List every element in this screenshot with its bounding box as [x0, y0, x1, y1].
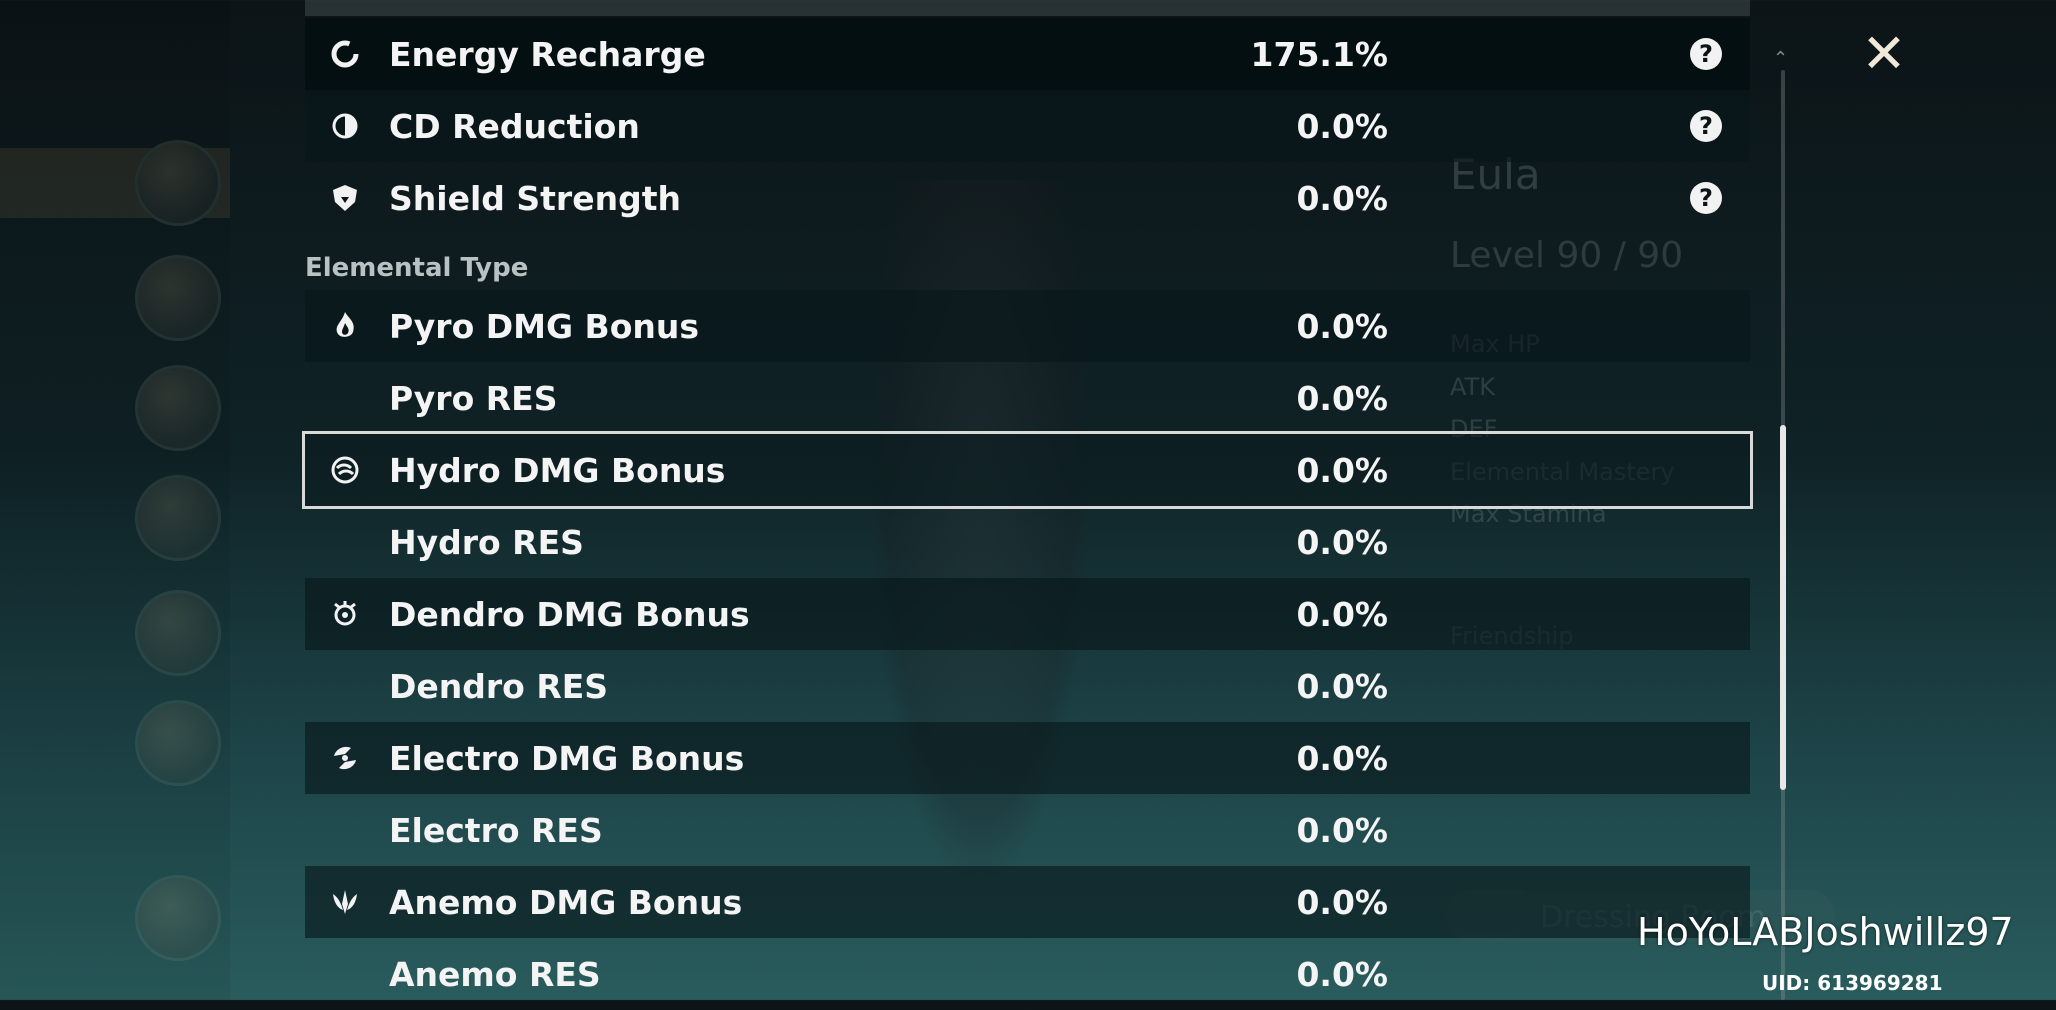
stat-value: 0.0%	[1296, 306, 1388, 346]
stat-row-hydro-res[interactable]: Hydro RES 0.0%	[305, 506, 1750, 578]
stat-value: 0.0%	[1296, 178, 1388, 218]
attribute-details-panel[interactable]: Energy Recharge 175.1% ? CD Reduction 0.…	[302, 18, 1753, 1010]
background-avatar	[135, 700, 221, 786]
stat-row-electro-dmg-bonus[interactable]: Electro DMG Bonus 0.0%	[305, 722, 1750, 794]
energy-recharge-icon	[329, 38, 361, 70]
stat-label: Dendro DMG Bonus	[389, 594, 750, 634]
stat-row-energy-recharge[interactable]: Energy Recharge 175.1% ?	[305, 18, 1750, 90]
stat-row-dendro-dmg-bonus[interactable]: Dendro DMG Bonus 0.0%	[305, 578, 1750, 650]
background-avatar	[135, 475, 221, 561]
background-sidebar	[0, 0, 230, 1000]
stat-label: Shield Strength	[389, 178, 681, 218]
pyro-icon	[329, 310, 361, 342]
stat-label: Pyro RES	[389, 378, 558, 418]
close-button[interactable]: ✕	[1858, 27, 1910, 81]
stat-label: CD Reduction	[389, 106, 640, 146]
stat-value: 0.0%	[1296, 450, 1388, 490]
stat-label: Energy Recharge	[389, 34, 706, 74]
stat-row-electro-res[interactable]: Electro RES 0.0%	[305, 794, 1750, 866]
stat-row-shield-strength[interactable]: Shield Strength 0.0% ?	[305, 162, 1750, 234]
electro-icon	[329, 742, 361, 774]
scrollbar-thumb[interactable]	[1780, 425, 1786, 790]
background-avatar	[135, 590, 221, 676]
stat-row-anemo-dmg-bonus[interactable]: Anemo DMG Bonus 0.0%	[305, 866, 1750, 938]
stat-label: Pyro DMG Bonus	[389, 306, 700, 346]
stat-row-hydro-dmg-bonus[interactable]: Hydro DMG Bonus 0.0%	[302, 431, 1753, 509]
background-selected-tab	[0, 148, 230, 218]
stat-row-anemo-res[interactable]: Anemo RES 0.0%	[305, 938, 1750, 1010]
shield-icon	[329, 182, 361, 214]
stat-row-dendro-res[interactable]: Dendro RES 0.0%	[305, 650, 1750, 722]
stat-label: Electro DMG Bonus	[389, 738, 745, 778]
anemo-icon	[329, 886, 361, 918]
stat-value: 0.0%	[1296, 594, 1388, 634]
help-icon[interactable]: ?	[1690, 110, 1722, 142]
stat-value: 0.0%	[1296, 810, 1388, 850]
stat-value: 0.0%	[1296, 106, 1388, 146]
background-menu-avatar	[135, 875, 221, 961]
stat-label: Dendro RES	[389, 666, 609, 706]
stat-value: 175.1%	[1250, 34, 1388, 74]
stat-value: 0.0%	[1296, 378, 1388, 418]
panel-top-edge	[305, 0, 1750, 16]
help-icon[interactable]: ?	[1690, 182, 1722, 214]
stat-value: 0.0%	[1296, 954, 1388, 994]
stat-value: 0.0%	[1296, 522, 1388, 562]
stat-value: 0.0%	[1296, 666, 1388, 706]
cd-reduction-icon	[329, 110, 361, 142]
stat-row-pyro-dmg-bonus[interactable]: Pyro DMG Bonus 0.0%	[305, 290, 1750, 362]
stat-row-cd-reduction[interactable]: CD Reduction 0.0% ?	[305, 90, 1750, 162]
dendro-icon	[329, 598, 361, 630]
stat-label: Hydro DMG Bonus	[389, 450, 726, 490]
stat-value: 0.0%	[1296, 882, 1388, 922]
stat-label: Hydro RES	[389, 522, 584, 562]
background-avatar	[135, 255, 221, 341]
stat-value: 0.0%	[1296, 738, 1388, 778]
stat-label: Anemo RES	[389, 954, 601, 994]
section-title-elemental-type: Elemental Type	[305, 253, 529, 283]
hydro-icon	[329, 454, 361, 486]
help-icon[interactable]: ?	[1690, 38, 1722, 70]
scroll-up-arrow-icon[interactable]: ⌃	[1773, 48, 1793, 69]
watermark-text: HoYoLABJoshwillz97	[1637, 910, 2014, 954]
stat-label: Anemo DMG Bonus	[389, 882, 743, 922]
background-avatar	[135, 140, 221, 226]
uid-label: UID: 613969281	[1762, 971, 1943, 995]
stat-row-pyro-res[interactable]: Pyro RES 0.0%	[305, 362, 1750, 434]
background-avatar	[135, 365, 221, 451]
stat-label: Electro RES	[389, 810, 603, 850]
